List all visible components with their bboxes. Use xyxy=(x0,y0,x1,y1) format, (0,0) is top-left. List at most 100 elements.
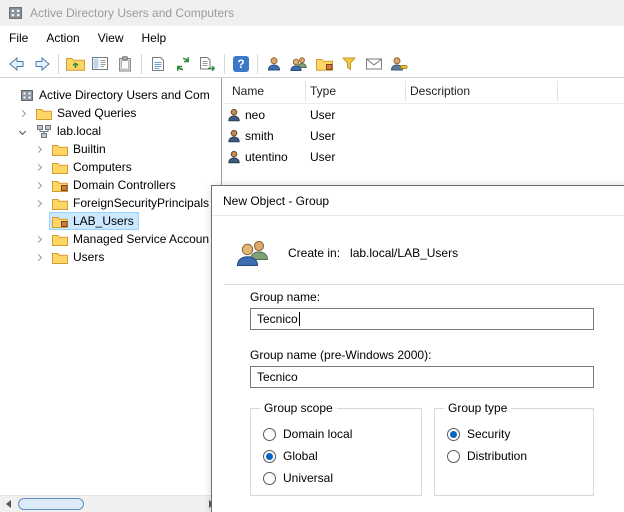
forward-icon[interactable] xyxy=(30,52,54,76)
tree-item-label: Builtin xyxy=(73,142,106,156)
scroll-left-button[interactable] xyxy=(0,496,17,512)
folder-icon xyxy=(36,107,52,120)
tree-item-label: Computers xyxy=(73,160,132,174)
user-icon xyxy=(227,108,241,122)
folder-icon xyxy=(52,197,68,210)
up-one-level-icon[interactable] xyxy=(63,52,87,76)
group-scope-box: Group scope Domain local Global Universa… xyxy=(250,408,422,496)
column-divider[interactable] xyxy=(305,81,306,101)
tree-item-domain-controllers[interactable]: Domain Controllers xyxy=(0,176,221,194)
radio-button-icon[interactable] xyxy=(447,428,460,441)
tree-horizontal-scrollbar[interactable] xyxy=(0,495,220,512)
new-user-icon[interactable] xyxy=(262,52,286,76)
tree-item-label: Managed Service Accoun xyxy=(73,232,209,246)
tree-item-builtin[interactable]: Builtin xyxy=(0,140,221,158)
tree-item-users[interactable]: Users xyxy=(0,248,221,266)
radio-label: Universal xyxy=(283,471,333,485)
toolbar: ? xyxy=(0,50,624,78)
radio-button-icon[interactable] xyxy=(263,472,276,485)
toolbar-separator xyxy=(224,54,225,74)
window-title: Active Directory Users and Computers xyxy=(30,6,234,20)
user-icon xyxy=(227,129,241,143)
toolbar-separator xyxy=(257,54,258,74)
radio-distribution[interactable]: Distribution xyxy=(447,445,593,467)
radio-label: Global xyxy=(283,449,318,463)
tree-item-root[interactable]: Active Directory Users and Com xyxy=(0,86,221,104)
menu-action[interactable]: Action xyxy=(37,26,88,50)
chevron-right-icon[interactable] xyxy=(35,145,42,152)
tree-item-label: lab.local xyxy=(57,124,101,138)
radio-domain-local[interactable]: Domain local xyxy=(263,423,421,445)
radio-button-icon[interactable] xyxy=(263,428,276,441)
tree-item-label: LAB_Users xyxy=(73,214,134,228)
list-item-smith[interactable]: smith User xyxy=(223,125,624,146)
envelope-icon[interactable] xyxy=(362,52,386,76)
item-type: User xyxy=(305,150,405,164)
list-item-utentino[interactable]: utentino User xyxy=(223,146,624,167)
dialog-separator xyxy=(224,284,624,285)
create-in-label: Create in: xyxy=(288,246,340,260)
show-hide-console-tree-icon[interactable] xyxy=(88,52,112,76)
chevron-right-icon[interactable] xyxy=(35,235,42,242)
column-header-name[interactable]: Name xyxy=(232,78,264,104)
chevron-right-icon[interactable] xyxy=(35,181,42,188)
back-icon[interactable] xyxy=(5,52,29,76)
refresh-icon[interactable] xyxy=(171,52,195,76)
radio-button-icon[interactable] xyxy=(263,450,276,463)
column-divider[interactable] xyxy=(405,81,406,101)
group-scope-title: Group scope xyxy=(260,401,337,415)
chevron-down-icon[interactable] xyxy=(19,127,26,134)
tree-item-saved-queries[interactable]: Saved Queries xyxy=(0,104,221,122)
export-list-icon[interactable] xyxy=(196,52,220,76)
radio-security[interactable]: Security xyxy=(447,423,593,445)
radio-label: Security xyxy=(467,427,510,441)
radio-global[interactable]: Global xyxy=(263,445,421,467)
ou-folder-icon xyxy=(52,215,68,228)
item-type: User xyxy=(305,129,405,143)
new-group-icon[interactable] xyxy=(287,52,311,76)
chevron-right-icon[interactable] xyxy=(35,253,42,260)
menu-file[interactable]: File xyxy=(0,26,37,50)
ou-folder-icon xyxy=(52,179,68,192)
tree-item-computers[interactable]: Computers xyxy=(0,158,221,176)
new-ou-icon[interactable] xyxy=(312,52,336,76)
pre-windows-2000-input[interactable] xyxy=(250,366,594,388)
tree-item-lab-local[interactable]: lab.local xyxy=(0,122,221,140)
group-name-label: Group name: xyxy=(250,290,320,304)
menu-view[interactable]: View xyxy=(89,26,133,50)
chevron-right-icon[interactable] xyxy=(19,109,26,116)
list-item-neo[interactable]: neo User xyxy=(223,104,624,125)
title-bar[interactable]: Active Directory Users and Computers xyxy=(0,0,624,26)
directory-icon xyxy=(20,89,34,102)
chevron-right-icon[interactable] xyxy=(35,163,42,170)
properties-icon[interactable] xyxy=(146,52,170,76)
menu-help[interactable]: Help xyxy=(133,26,176,50)
clipboard-icon[interactable] xyxy=(113,52,137,76)
column-header-description[interactable]: Description xyxy=(410,78,470,104)
chevron-right-icon[interactable] xyxy=(35,199,42,206)
dialog-title: New Object - Group xyxy=(212,186,624,216)
radio-label: Distribution xyxy=(467,449,527,463)
radio-button-icon[interactable] xyxy=(447,450,460,463)
filter-icon[interactable] xyxy=(337,52,361,76)
tree-item-foreign-security-principals[interactable]: ForeignSecurityPrincipals xyxy=(0,194,221,212)
toolbar-separator xyxy=(58,54,59,74)
domain-icon xyxy=(36,125,52,138)
radio-universal[interactable]: Universal xyxy=(263,467,421,489)
column-header-type[interactable]: Type xyxy=(310,78,336,104)
pre-windows-2000-label: Group name (pre-Windows 2000): xyxy=(250,348,431,362)
group-name-input[interactable] xyxy=(250,308,594,330)
user-key-icon[interactable] xyxy=(387,52,411,76)
app-icon xyxy=(8,6,23,20)
toolbar-separator xyxy=(141,54,142,74)
folder-icon xyxy=(52,233,68,246)
scrollbar-thumb[interactable] xyxy=(18,498,84,510)
tree-item-lab-users[interactable]: LAB_Users xyxy=(0,212,221,230)
folder-icon xyxy=(52,161,68,174)
tree-item-managed-service-accounts[interactable]: Managed Service Accoun xyxy=(0,230,221,248)
tree-item-label: Domain Controllers xyxy=(73,178,176,192)
help-icon[interactable]: ? xyxy=(229,52,253,76)
radio-label: Domain local xyxy=(283,427,352,441)
list-rows: neo User smith User utentino User xyxy=(223,104,624,167)
column-divider[interactable] xyxy=(557,81,558,101)
